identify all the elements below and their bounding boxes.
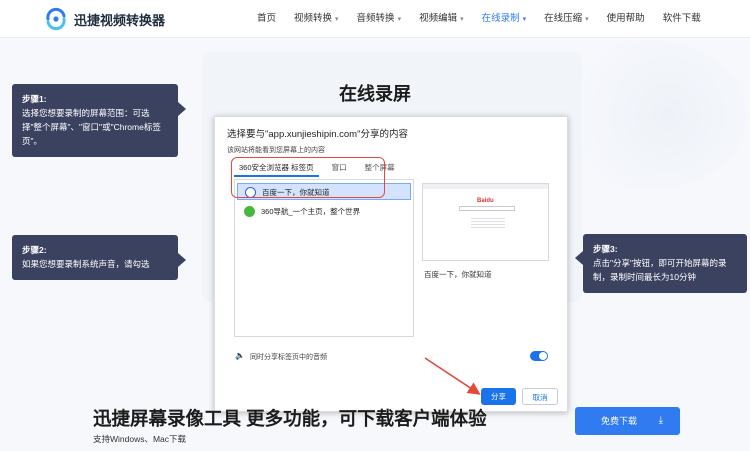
preview-search-box (459, 206, 515, 211)
step-2-callout: 步骤2: 如果您想要录制系统声音，请勾选 (12, 235, 186, 280)
chevron-down-icon: ▾ (335, 16, 339, 23)
main-nav: 首页 视频转换 ▾ 音频转换 ▾ 视频编辑 ▾ 在线录制 ▾ 在线压缩 ▾ 使用帮助 软件… (248, 0, 710, 38)
step-2-label: 步骤2: (22, 245, 47, 255)
nav-item-audio-convert[interactable]: 音频转换 ▾ (348, 0, 411, 38)
nav-item-video-convert[interactable]: 视频转换 ▾ (285, 0, 348, 38)
promo-title: 迅捷屏幕录像工具 更多功能，可下载客户端体验 (93, 408, 487, 429)
preview-content-lines (471, 216, 505, 230)
nav-item-home[interactable]: 首页 (248, 0, 285, 38)
chevron-down-icon: ▾ (522, 16, 527, 23)
step-3-callout: 步骤3: 点击"分享"按钮，即可开始屏幕的录制，录制时间最长为10分钟 (575, 234, 747, 293)
chevron-down-icon: ▾ (397, 16, 402, 23)
top-navbar: 迅捷视频转换器 首页 视频转换 ▾ 音频转换 ▾ 视频编辑 ▾ 在线录制 ▾ 在线压缩 ▾… (0, 0, 750, 38)
step-3-text: 点击"分享"按钮，即可开始屏幕的录制，录制时间最长为10分钟 (593, 258, 727, 282)
step-1-callout: 步骤1: 选择您想要录制的屏幕范围：可选择"整个屏幕"、"窗口"或"Chrome… (12, 84, 186, 157)
share-audio-label: 同时分享标签页中的音频 (250, 354, 327, 361)
logo-icon[interactable] (44, 7, 68, 31)
download-icon: ⤓ (658, 415, 663, 426)
nav-item-online-compress[interactable]: 在线压缩 ▾ (535, 0, 598, 38)
tab-list: 百度一下，你就知道 360导航_一个主页，整个世界 (234, 179, 414, 337)
360-globe-icon (244, 206, 255, 217)
dialog-title: 选择要与"app.xunjieshipin.com"分享的内容 (227, 129, 408, 140)
free-download-button[interactable]: 免费下载 ⤓ (575, 407, 680, 435)
step-1-text: 选择您想要录制的屏幕范围：可选择"整个屏幕"、"窗口"或"Chrome标签页"。 (22, 108, 161, 146)
step-3-label: 步骤3: (593, 244, 618, 254)
chevron-down-icon: ▾ (460, 16, 464, 23)
promo-subtitle: 支持Windows、Mac下载 (93, 434, 187, 444)
brand-name[interactable]: 迅捷视频转换器 (74, 10, 165, 29)
preview-caption: 百度一下，你就知道 (424, 270, 492, 279)
preview-toolbar (423, 184, 548, 189)
preview-logo: Baidu (477, 198, 494, 204)
nav-item-download[interactable]: 软件下载 (654, 0, 710, 38)
step-2-text: 如果您想要录制系统声音，请勾选 (22, 259, 150, 269)
share-audio-row: 🔈 同时分享标签页中的音频 (234, 349, 550, 365)
nav-item-video-edit[interactable]: 视频编辑 ▾ (410, 0, 473, 38)
chevron-down-icon: ▾ (585, 16, 589, 23)
step-1-label: 步骤1: (22, 94, 47, 104)
list-item[interactable]: 360导航_一个主页，整个世界 (237, 203, 411, 220)
share-button[interactable]: 分享 (481, 388, 516, 405)
tab-preview: Baidu (422, 183, 549, 261)
cancel-button[interactable]: 取消 (522, 388, 558, 405)
nav-item-help[interactable]: 使用帮助 (598, 0, 654, 38)
tabs-highlight-box (231, 157, 385, 198)
share-audio-toggle[interactable] (530, 351, 548, 361)
share-screen-dialog: 选择要与"app.xunjieshipin.com"分享的内容 该网站将能看到您… (214, 116, 568, 412)
nav-item-online-record[interactable]: 在线录制 ▾ (473, 0, 536, 38)
speaker-icon: 🔈 (235, 351, 245, 360)
dialog-subtitle: 该网站将能看到您屏幕上的内容 (227, 147, 325, 154)
